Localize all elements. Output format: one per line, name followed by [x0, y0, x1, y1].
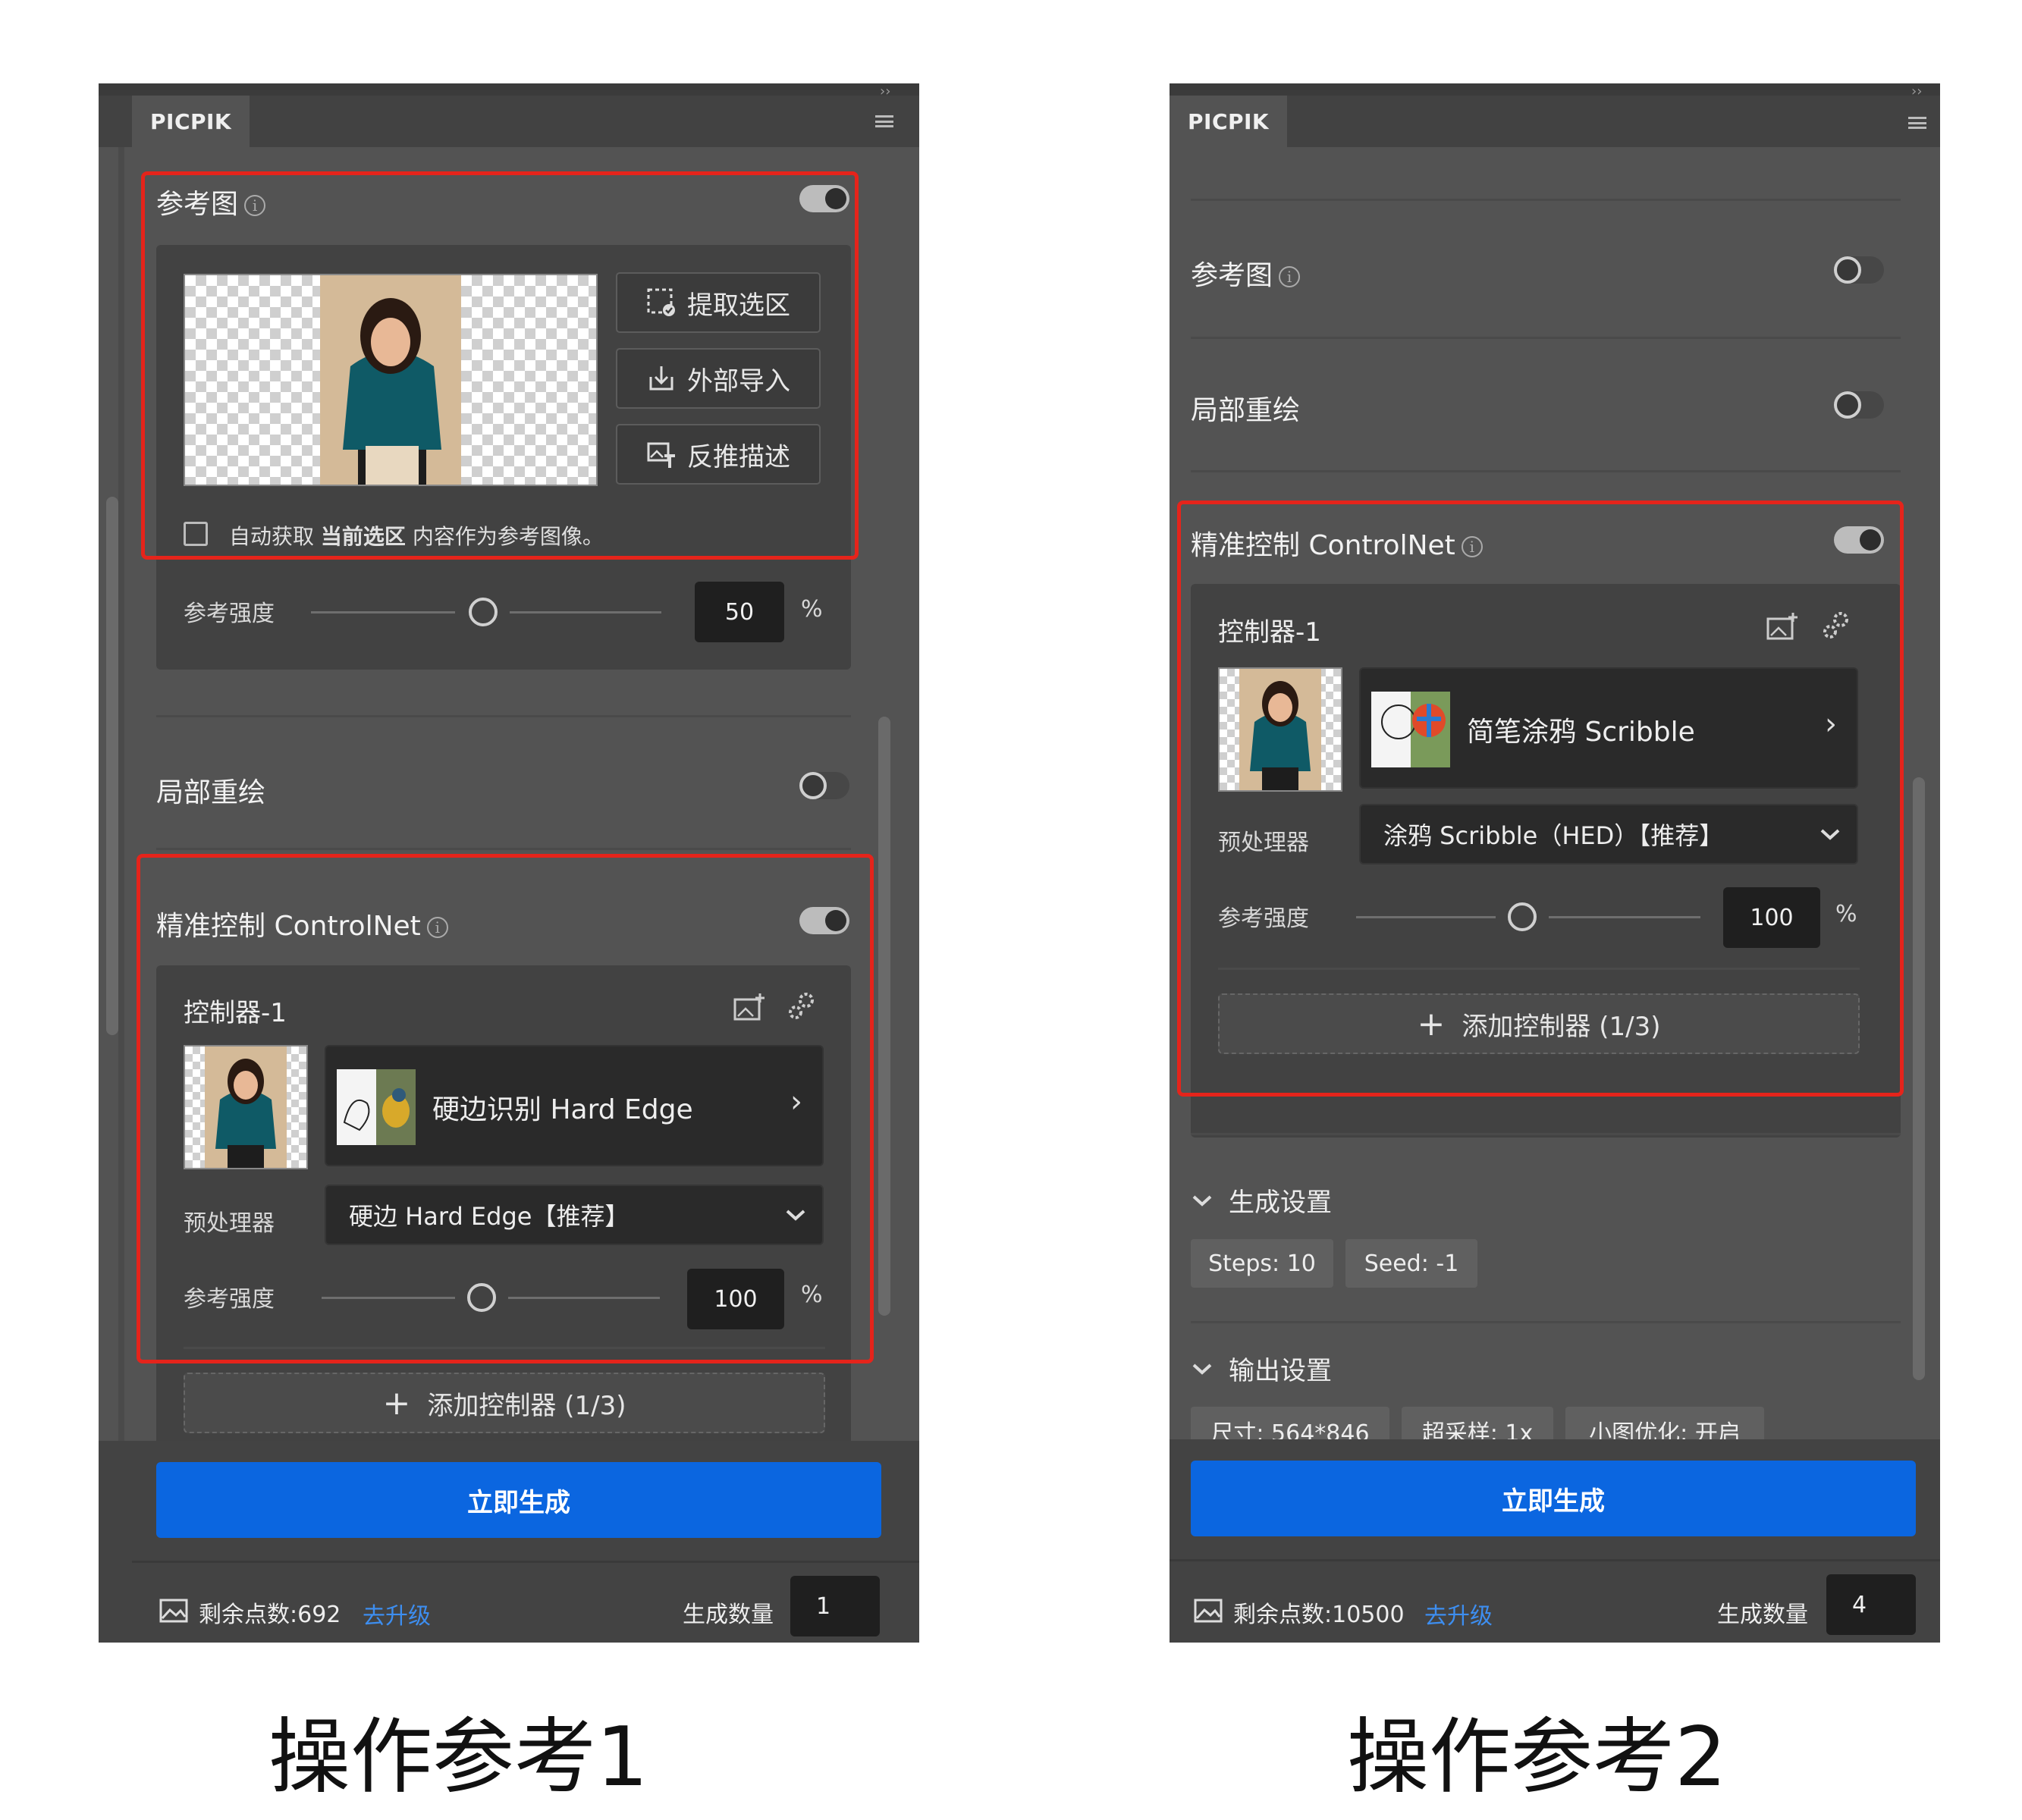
left-gutter	[118, 147, 124, 1588]
gen-settings-title: 生成设置	[1229, 1188, 1332, 1218]
add-controller-label: 添加控制器 (1/3)	[427, 1390, 626, 1421]
left-scrollbar[interactable]	[106, 497, 118, 1035]
highlight-box-controlnet	[1177, 500, 1904, 1097]
caption-left: 操作参考1	[268, 1710, 648, 1805]
scrollbar[interactable]	[1913, 777, 1925, 1380]
chevron-down-icon	[1192, 1363, 1212, 1375]
info-icon[interactable]: i	[1279, 266, 1301, 287]
divider	[1191, 1133, 1901, 1135]
picpik-panel-2: ›› PICPIK 参考图 i 局部重绘 精准控制 ControlNet i 控制器…	[1170, 83, 1940, 1643]
steps-pill[interactable]: Steps: 10	[1191, 1239, 1333, 1288]
panel-menu-icon[interactable]	[1908, 117, 1926, 129]
add-controller-button[interactable]: + 添加控制器 (1/3)	[184, 1373, 825, 1433]
ref-strength-track-left[interactable]	[311, 611, 455, 613]
divider	[132, 1561, 919, 1563]
tab-picpik[interactable]: PICPIK	[1170, 96, 1288, 147]
inpaint-toggle[interactable]	[799, 772, 849, 799]
ref-image-title: 参考图 i	[1191, 253, 1301, 293]
inpaint-toggle[interactable]	[1834, 391, 1884, 419]
panel-top-strip: ››	[1170, 83, 1940, 99]
ref-strength-percent: %	[801, 596, 823, 623]
highlight-box-ref	[141, 171, 859, 560]
generate-button[interactable]: 立即生成	[156, 1462, 881, 1538]
caption-right: 操作参考2	[1347, 1710, 1727, 1805]
gen-count-input[interactable]: 1	[790, 1576, 880, 1636]
scrollbar[interactable]	[878, 717, 890, 1316]
highlight-box-controlnet	[137, 854, 874, 1363]
image-icon	[159, 1599, 188, 1623]
seed-pill[interactable]: Seed: -1	[1345, 1239, 1477, 1288]
panel-top-strip: ››	[99, 83, 919, 99]
plus-icon: +	[382, 1383, 411, 1423]
ref-strength-label: 参考强度	[184, 601, 275, 627]
divider	[1170, 1559, 1940, 1561]
ref-strength-slider-knob[interactable]	[469, 598, 498, 626]
output-settings-title: 输出设置	[1229, 1356, 1332, 1386]
divider	[1191, 199, 1901, 201]
generate-button[interactable]: 立即生成	[1191, 1461, 1916, 1536]
picpik-panel-1: ›› PICPIK 参考图 i 提取选区 外部导入 反推描述 自动获取 当前选区 …	[99, 83, 919, 1643]
gen-count-label: 生成数量	[1717, 1602, 1808, 1628]
gen-count-label: 生成数量	[683, 1602, 774, 1628]
remaining-points: 剩余点数:10500	[1233, 1602, 1405, 1628]
upgrade-link[interactable]: 去升级	[363, 1597, 431, 1630]
gen-settings-header[interactable]: 生成设置	[1191, 1181, 1332, 1219]
chevron-down-icon	[1192, 1195, 1212, 1207]
tab-bar: PICPIK	[99, 96, 919, 147]
tab-bar: PICPIK	[1170, 96, 1940, 147]
divider	[156, 715, 851, 717]
panel-menu-icon[interactable]	[875, 115, 893, 127]
divider	[1191, 470, 1901, 472]
gen-count-input[interactable]: 4	[1826, 1574, 1916, 1635]
divider	[1191, 337, 1901, 339]
upgrade-link[interactable]: 去升级	[1424, 1597, 1493, 1630]
ref-strength-input[interactable]: 50	[695, 582, 784, 642]
inpaint-title: 局部重绘	[156, 777, 266, 808]
ref-image-title-text: 参考图	[1191, 260, 1273, 291]
ref-strength-track-right[interactable]	[510, 611, 661, 613]
ref-image-toggle[interactable]	[1834, 256, 1884, 284]
divider	[156, 848, 851, 850]
remaining-points: 剩余点数:692	[199, 1602, 341, 1628]
inpaint-title: 局部重绘	[1191, 395, 1301, 426]
tab-picpik[interactable]: PICPIK	[132, 96, 250, 147]
output-settings-header[interactable]: 输出设置	[1191, 1350, 1332, 1387]
image-icon	[1194, 1599, 1223, 1623]
divider	[1191, 1321, 1901, 1323]
